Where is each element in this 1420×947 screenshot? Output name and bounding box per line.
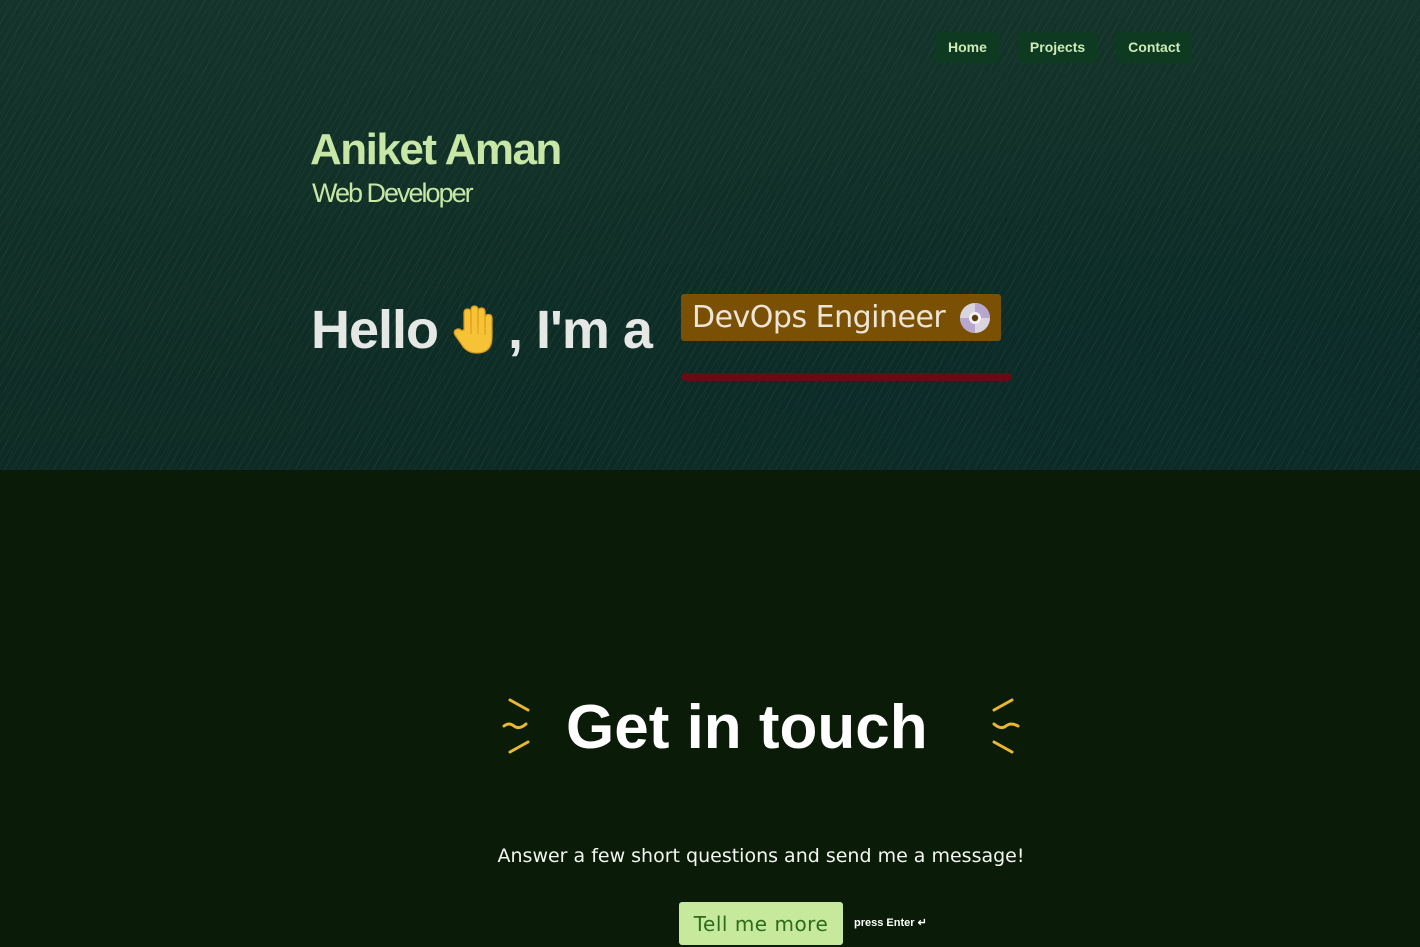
tell-me-more-button[interactable]: Tell me more: [679, 902, 843, 945]
nav-home[interactable]: Home: [936, 32, 999, 63]
sparkle-right-icon: [992, 698, 1020, 754]
waving-hand-icon: [453, 305, 493, 354]
sparkle-left-icon: [502, 698, 530, 754]
hero-section: Home Projects Contact Aniket Aman Web De…: [0, 0, 1420, 470]
contact-section: Get in touch Answer a few short question…: [0, 470, 1420, 947]
nav-contact[interactable]: Contact: [1116, 32, 1193, 63]
greeting-suffix: , I'm a: [508, 300, 653, 360]
profile-name: Aniket Aman: [310, 125, 562, 174]
profile-role: Web Developer: [312, 178, 474, 208]
contact-heading: Get in touch: [566, 693, 928, 762]
greeting-prefix: Hello: [311, 300, 439, 360]
typed-underline-bar: [681, 373, 1012, 381]
typed-role-badge: DevOps Engineer: [681, 294, 1001, 341]
greeting: Hello , I'm a: [311, 298, 653, 362]
typed-role-text: DevOps Engineer: [692, 300, 946, 335]
contact-subtitle: Answer a few short questions and send me…: [497, 845, 1025, 867]
nav-projects[interactable]: Projects: [1017, 32, 1098, 63]
optical-disc-icon: [960, 302, 991, 333]
top-nav: Home Projects Contact: [936, 32, 1193, 63]
press-enter-hint: press Enter ↵: [854, 917, 927, 929]
